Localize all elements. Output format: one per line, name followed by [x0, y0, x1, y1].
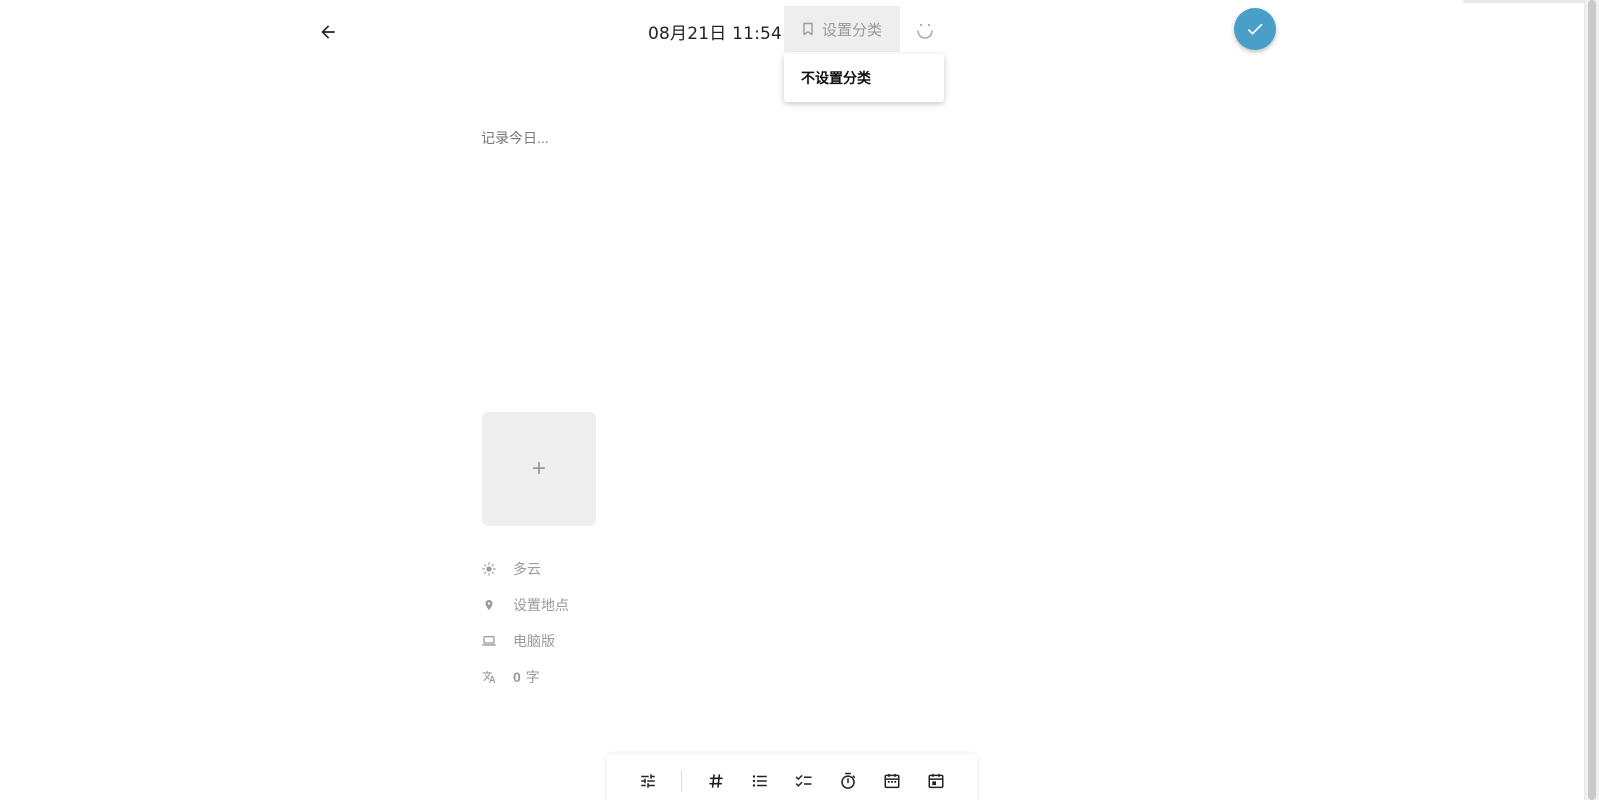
word-count-row: 0 字: [482, 667, 540, 687]
sun-icon: [482, 562, 496, 576]
bulleted-list-icon: [752, 775, 767, 787]
arrow-left-icon: [321, 25, 335, 39]
entry-datetime[interactable]: 08月21日 11:54: [648, 19, 782, 44]
set-category-label: 设置分类: [821, 21, 882, 39]
calendar-today-icon: [928, 773, 944, 789]
toolbar-divider: [681, 770, 682, 792]
set-category-button[interactable]: 设置分类: [784, 6, 900, 52]
device-label: 电脑版: [513, 633, 555, 649]
location-label: 设置地点: [513, 597, 569, 613]
scrollbar-thumb[interactable]: [1588, 0, 1596, 800]
toolbar-calendar-today-button[interactable]: [925, 770, 947, 792]
location-row[interactable]: 设置地点: [482, 595, 569, 615]
toolbar-bulleted-list-button[interactable]: [749, 770, 771, 792]
toolbar-settings-button[interactable]: [637, 770, 659, 792]
category-dropdown: 不设置分类: [784, 54, 944, 102]
editor-placeholder: 记录今日...: [481, 130, 549, 146]
toolbar-calendar-button[interactable]: [881, 770, 903, 792]
toolbar-hashtag-button[interactable]: [705, 770, 727, 792]
back-button[interactable]: [312, 16, 344, 48]
editor-toolbar: [607, 754, 977, 800]
calendar-icon: [884, 773, 900, 789]
plus-icon: +: [531, 455, 546, 482]
smile-icon: [917, 23, 933, 39]
category-option-none[interactable]: 不设置分类: [801, 68, 871, 88]
top-edge-bar: [1463, 0, 1599, 3]
location-pin-icon: [482, 598, 496, 612]
vertical-scrollbar[interactable]: [1584, 0, 1599, 800]
laptop-icon: [482, 634, 496, 648]
checklist-icon: [795, 775, 812, 787]
hashtag-icon: [709, 774, 723, 788]
mood-button[interactable]: [910, 18, 940, 44]
translate-icon: [482, 670, 496, 684]
word-count-unit: 字: [525, 669, 540, 685]
toolbar-timer-button[interactable]: [837, 770, 859, 792]
diary-editor[interactable]: 记录今日...: [481, 128, 549, 148]
confirm-button[interactable]: [1234, 8, 1276, 50]
settings-sliders-icon: [641, 774, 655, 788]
word-count-number: 0: [513, 669, 521, 685]
weather-label: 多云: [513, 561, 541, 577]
weather-row[interactable]: 多云: [482, 559, 541, 579]
add-image-button[interactable]: +: [482, 412, 596, 526]
check-icon: [1247, 23, 1263, 35]
device-row: 电脑版: [482, 631, 555, 651]
timer-icon: [841, 772, 856, 789]
toolbar-checklist-button[interactable]: [793, 770, 815, 792]
bookmark-icon: [803, 22, 813, 36]
